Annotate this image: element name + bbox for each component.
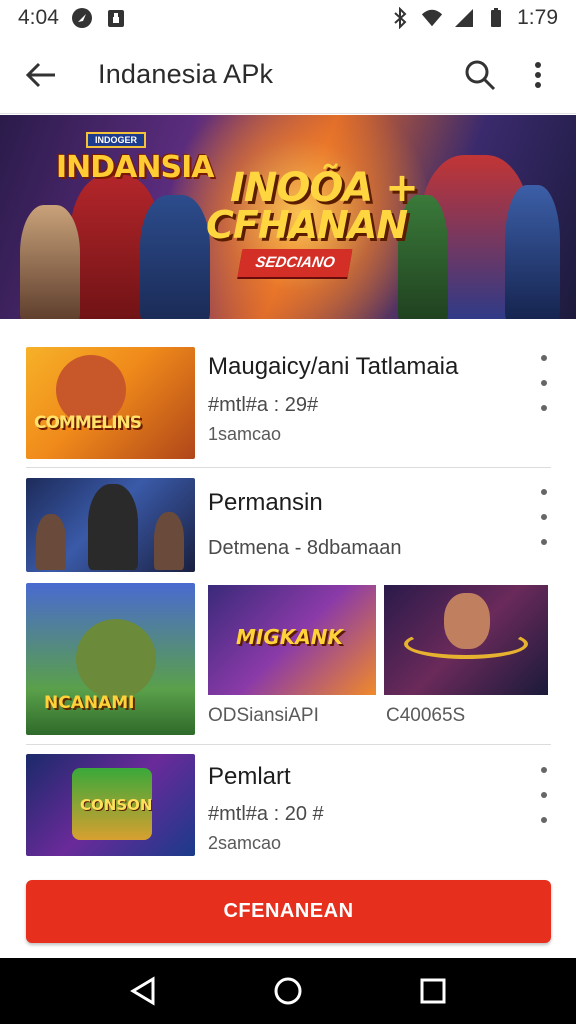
navigation-app-icon (71, 8, 92, 28)
list-item-4-meta: 2samcao (208, 833, 282, 853)
search-button[interactable] (458, 53, 502, 97)
tile-1-thumbnail[interactable]: NCANAMI (26, 583, 195, 735)
list-item-2-title[interactable]: Permansin (208, 489, 323, 517)
nav-back-button[interactable] (123, 971, 163, 1011)
featured-banner[interactable]: INDOGER INDANSIA INOÕA + CFHANAN SEDCIAN… (0, 115, 576, 319)
battery-icon (491, 8, 502, 27)
list-item-4-subtitle: #mtl#a : 20 # (208, 803, 324, 825)
more-vert-icon (535, 61, 541, 88)
back-button[interactable] (20, 54, 62, 96)
banner-headline-2: CFHANAN (206, 203, 408, 247)
lock-app-icon (107, 10, 124, 27)
more-vert-icon (541, 489, 547, 545)
overflow-menu-button[interactable] (516, 53, 560, 97)
list-item-2-thumbnail[interactable] (26, 478, 195, 572)
tile-2-caption: ODSiansiAPI (208, 705, 319, 726)
status-bar: 4:04 1:79 (0, 0, 576, 36)
list-item-1-subtitle: #mtl#a : 29# (208, 394, 319, 416)
tile-3-thumbnail[interactable] (384, 585, 548, 695)
banner-character-right (505, 185, 560, 319)
app-bar: Indanesia APk (0, 36, 576, 114)
thumbnail-logo-text: CONSON (80, 796, 153, 814)
thumbnail-character (88, 484, 138, 570)
back-arrow-icon (26, 62, 55, 87)
more-vert-icon (541, 767, 547, 823)
divider (26, 744, 551, 745)
thumbnail-logo-text: COMMELINS (34, 413, 142, 433)
list-item-4-more-button[interactable] (532, 763, 556, 827)
list-item-1-thumbnail[interactable]: COMMELINS (26, 347, 195, 459)
list-item-4-thumbnail[interactable]: CONSON (26, 754, 195, 856)
nav-back-icon (129, 976, 155, 1006)
nav-recents-icon (420, 978, 446, 1004)
page-title: Indanesia APk (98, 59, 274, 89)
battery-text: 1:79 (517, 6, 558, 29)
list-item-1-title[interactable]: Maugaicy/ani Tatlamaia (208, 353, 458, 381)
thumbnail-character (36, 514, 66, 570)
thumbnail-logo-text: NCANAMI (44, 693, 135, 713)
list-item-1-more-button[interactable] (532, 351, 556, 415)
search-icon (465, 60, 496, 90)
list-item-4-title[interactable]: Pemlart (208, 763, 291, 791)
tile-3-caption: C40065S (386, 705, 466, 726)
more-vert-icon (541, 355, 547, 411)
banner-logo-tag: INDOGER (86, 132, 146, 148)
banner-character-left (20, 205, 80, 319)
banner-ribbon: SEDCIANO (237, 249, 353, 277)
banner-character-blue (140, 195, 210, 319)
nav-home-button[interactable] (268, 971, 308, 1011)
bluetooth-icon (394, 7, 407, 29)
wifi-icon (422, 9, 443, 27)
list-item-2-subtitle: Detmena - 8dbamaan (208, 537, 402, 559)
thumbnail-emblem (404, 629, 528, 659)
thumbnail-logo-text: MIGKANK (236, 625, 343, 649)
thumbnail-character (154, 512, 184, 570)
system-navigation-bar (0, 958, 576, 1024)
nav-recents-button[interactable] (413, 971, 453, 1011)
tile-2-thumbnail[interactable]: MIGKANK (208, 585, 376, 695)
list-item-1-meta: 1samcao (208, 424, 282, 444)
nav-home-icon (274, 977, 302, 1005)
banner-logo-word: INDANSIA (56, 150, 214, 185)
list-item-2-more-button[interactable] (532, 485, 556, 549)
status-time: 4:04 (18, 6, 59, 29)
divider (26, 467, 551, 468)
signal-icon (455, 9, 474, 27)
thumbnail-creature (76, 619, 156, 699)
primary-action-button[interactable]: CFENANEAN (26, 880, 551, 943)
